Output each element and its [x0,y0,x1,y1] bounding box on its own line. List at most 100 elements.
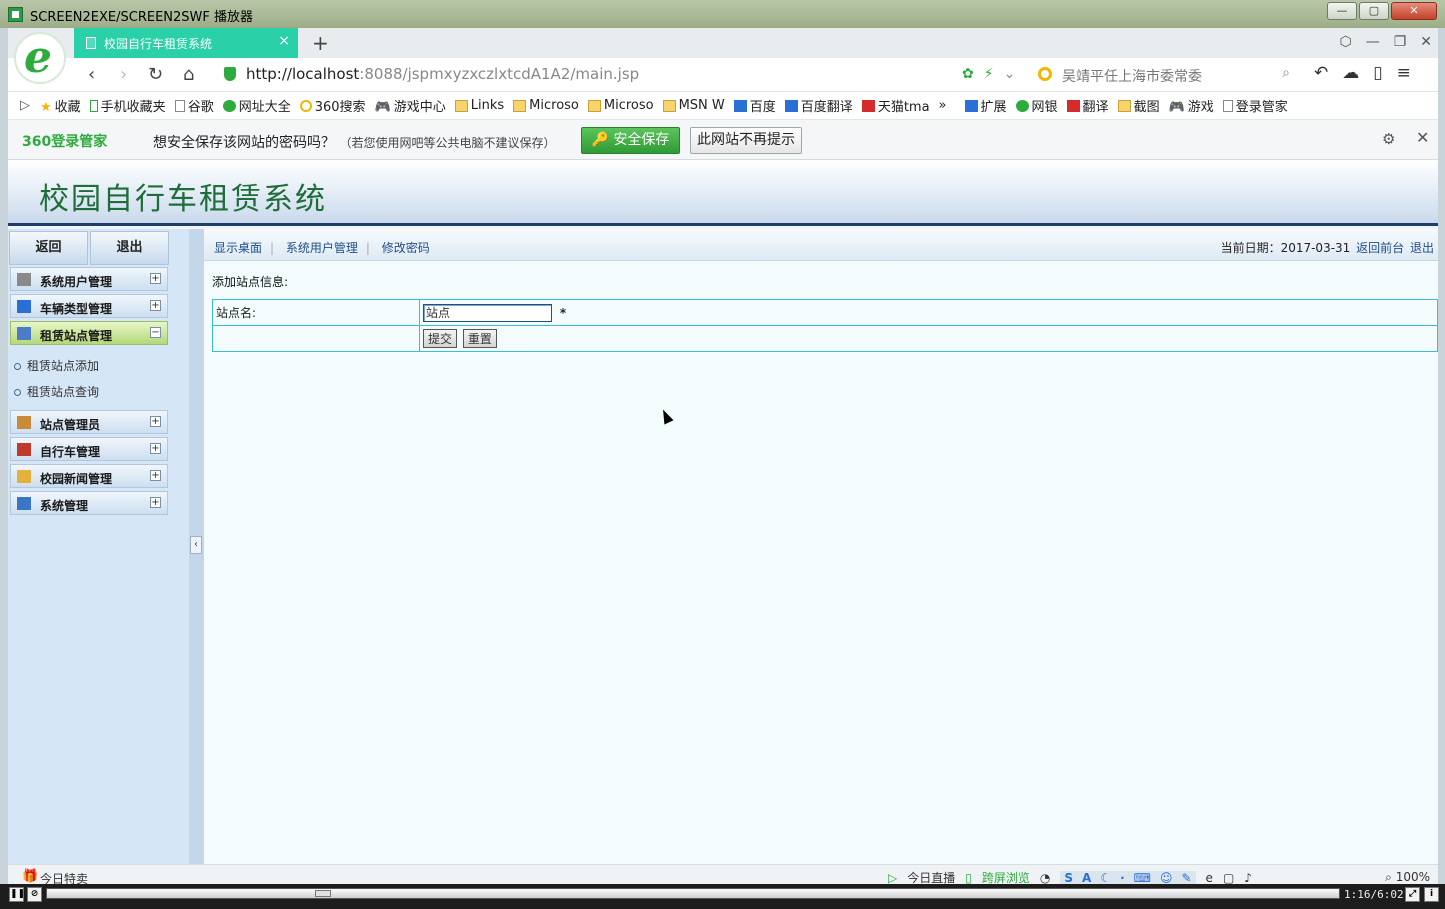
zoom-level[interactable]: ⌕ 100% [1385,870,1430,885]
favorite-item[interactable]: MSN W [662,98,725,113]
favorite-item[interactable]: 🎮 游戏中心 [375,96,446,116]
favorite-item[interactable]: 网银 [1015,96,1058,115]
tablet-icon[interactable]: ▯ [1373,63,1382,83]
tab-active[interactable]: 校园自行车租赁系统 × [74,28,298,58]
keyboard-icon[interactable]: ⌨ [1134,871,1151,885]
close-window-button[interactable]: ✕ [1391,2,1437,20]
red-icon [1066,99,1080,112]
stop-icon[interactable]: ⊘ [27,887,42,902]
sidebar-menu-6[interactable]: 系统管理 + [10,491,168,515]
favorite-item[interactable]: 天猫tma [861,96,930,115]
window-icon[interactable]: ▢ [1223,871,1234,885]
expand-icon[interactable]: + [150,443,161,454]
back-button[interactable]: 返回 [9,231,88,265]
expand-icon[interactable]: + [150,470,161,481]
favorite-item[interactable]: 截图 [1117,96,1160,115]
search-box[interactable]: 吴靖平任上海市委常委 ⌕ [1038,64,1290,86]
lightning-icon[interactable]: ⚡ [984,66,994,82]
back-icon[interactable]: ‹ [88,64,95,85]
security-shield-icon[interactable] [224,67,236,81]
user-management-link[interactable]: 系统用户管理 [286,241,358,255]
refresh-icon[interactable]: ↻ [148,64,163,85]
menu-icon[interactable]: ≡ [1397,63,1411,83]
sound-icon[interactable]: ♪ [1244,871,1252,885]
wrench-icon[interactable]: ✎ [1181,871,1191,885]
restore-icon[interactable]: ❐ [1394,34,1407,50]
progress-thumb[interactable] [315,890,331,897]
collapse-sidebar-button[interactable]: ‹ [190,536,202,554]
new-tab-button[interactable]: + [312,31,329,55]
favorite-item[interactable]: 翻译 [1066,96,1109,115]
gear-icon[interactable]: ⚙ [1382,130,1395,148]
expand-icon[interactable]: + [150,497,161,508]
minimize-button[interactable]: — [1327,2,1357,20]
folder-icon [587,99,601,112]
fullscreen-icon[interactable]: ⤢ [1405,887,1420,902]
ime-moon-icon[interactable]: ☾ [1100,871,1111,885]
show-desktop-link[interactable]: 显示桌面 [214,241,262,255]
ie-icon[interactable]: e [1206,871,1213,885]
maximize-button[interactable]: ▢ [1359,2,1389,20]
skin-icon[interactable]: ⬡ [1339,34,1351,50]
favorite-item[interactable]: 扩展 [964,96,1007,115]
sidebar-toggle-icon[interactable]: ▷ [20,98,30,113]
station-name-input[interactable] [423,303,552,322]
favorite-item[interactable]: 百度翻译 [784,96,853,115]
favorite-item[interactable]: 登录管家 [1222,96,1288,115]
favorite-item[interactable]: 网址大全 [222,96,291,115]
undo-icon[interactable]: ↶ [1314,63,1328,83]
sidebar-menu-4[interactable]: 自行车管理 + [10,437,168,461]
sidebar-menu-0[interactable]: 系统用户管理 + [10,267,168,291]
home-icon[interactable]: ⌂ [183,64,194,85]
sidebar-menu-2[interactable]: 租赁站点管理 − [10,321,168,345]
favorite-item[interactable]: » [939,98,947,113]
sidebar-menu-5[interactable]: 校园新闻管理 + [10,464,168,488]
expand-icon[interactable]: + [150,416,161,427]
favorite-item[interactable]: 手机收藏夹 [89,96,166,115]
ime-s-icon[interactable]: S [1064,871,1073,885]
favorite-item[interactable]: ★ 收藏 [40,96,81,116]
minimize-icon[interactable]: — [1366,34,1380,50]
browser-logo-icon[interactable]: e [14,32,66,84]
expand-icon[interactable]: + [150,300,161,311]
never-prompt-button[interactable]: 此网站不再提示 [690,127,802,154]
user-icon[interactable]: ☺ [1160,871,1173,885]
back-to-frontend-link[interactable]: 返回前台 [1356,241,1404,255]
tab-close-icon[interactable]: × [278,33,290,49]
favorite-item[interactable]: Microso [513,98,579,113]
favorite-item[interactable]: 🎮 游戏 [1169,96,1214,116]
refresh-green-icon[interactable]: ✿ [962,66,974,82]
collapse-icon[interactable]: − [150,327,161,338]
pause-icon[interactable]: ❚❚ [9,887,25,902]
sidebar-menu-1[interactable]: 车辆类型管理 + [10,294,168,318]
logout-button[interactable]: 退出 [90,231,169,265]
chevron-down-icon[interactable]: ⌄ [1004,66,1016,82]
favorite-item[interactable]: Microso [587,98,654,113]
progress-track[interactable] [46,888,1340,899]
cloud-icon[interactable]: ☁ [1342,63,1359,83]
favorite-item[interactable]: 谷歌 [174,96,214,115]
favorite-item[interactable]: Links [454,98,504,113]
submit-button[interactable]: 提交 [423,329,458,348]
ime-a-icon[interactable]: A [1082,871,1091,885]
folder-icon [662,99,676,112]
search-input[interactable]: 吴靖平任上海市委常委 [1062,66,1202,86]
close-icon[interactable]: ✕ [1420,34,1432,50]
reset-button[interactable]: 重置 [462,329,497,348]
change-password-link[interactable]: 修改密码 [382,241,430,255]
close-icon[interactable]: ✕ [1416,128,1429,147]
sidebar-subitem[interactable]: 租赁站点添加 [14,357,99,374]
favorite-item[interactable]: 百度 [733,96,776,115]
favorite-item[interactable]: 360搜索 [299,96,366,115]
sidebar-subitem[interactable]: 租赁站点查询 [14,383,99,400]
logout-link[interactable]: 退出 [1410,241,1434,255]
address-bar[interactable]: http://localhost:8088/jspmxyzxczlxtcdA1A… [246,65,639,83]
search-icon[interactable]: ⌕ [1282,65,1290,81]
forward-icon[interactable]: › [120,64,127,85]
info-icon[interactable]: i [1424,887,1439,902]
speed-icon[interactable]: ◔ [1040,871,1050,885]
sidebar-menu-3[interactable]: 站点管理员 + [10,410,168,434]
ime-dot-icon[interactable]: · [1120,871,1125,885]
expand-icon[interactable]: + [150,273,161,284]
save-password-button[interactable]: 🔑 安全保存 [581,127,680,154]
